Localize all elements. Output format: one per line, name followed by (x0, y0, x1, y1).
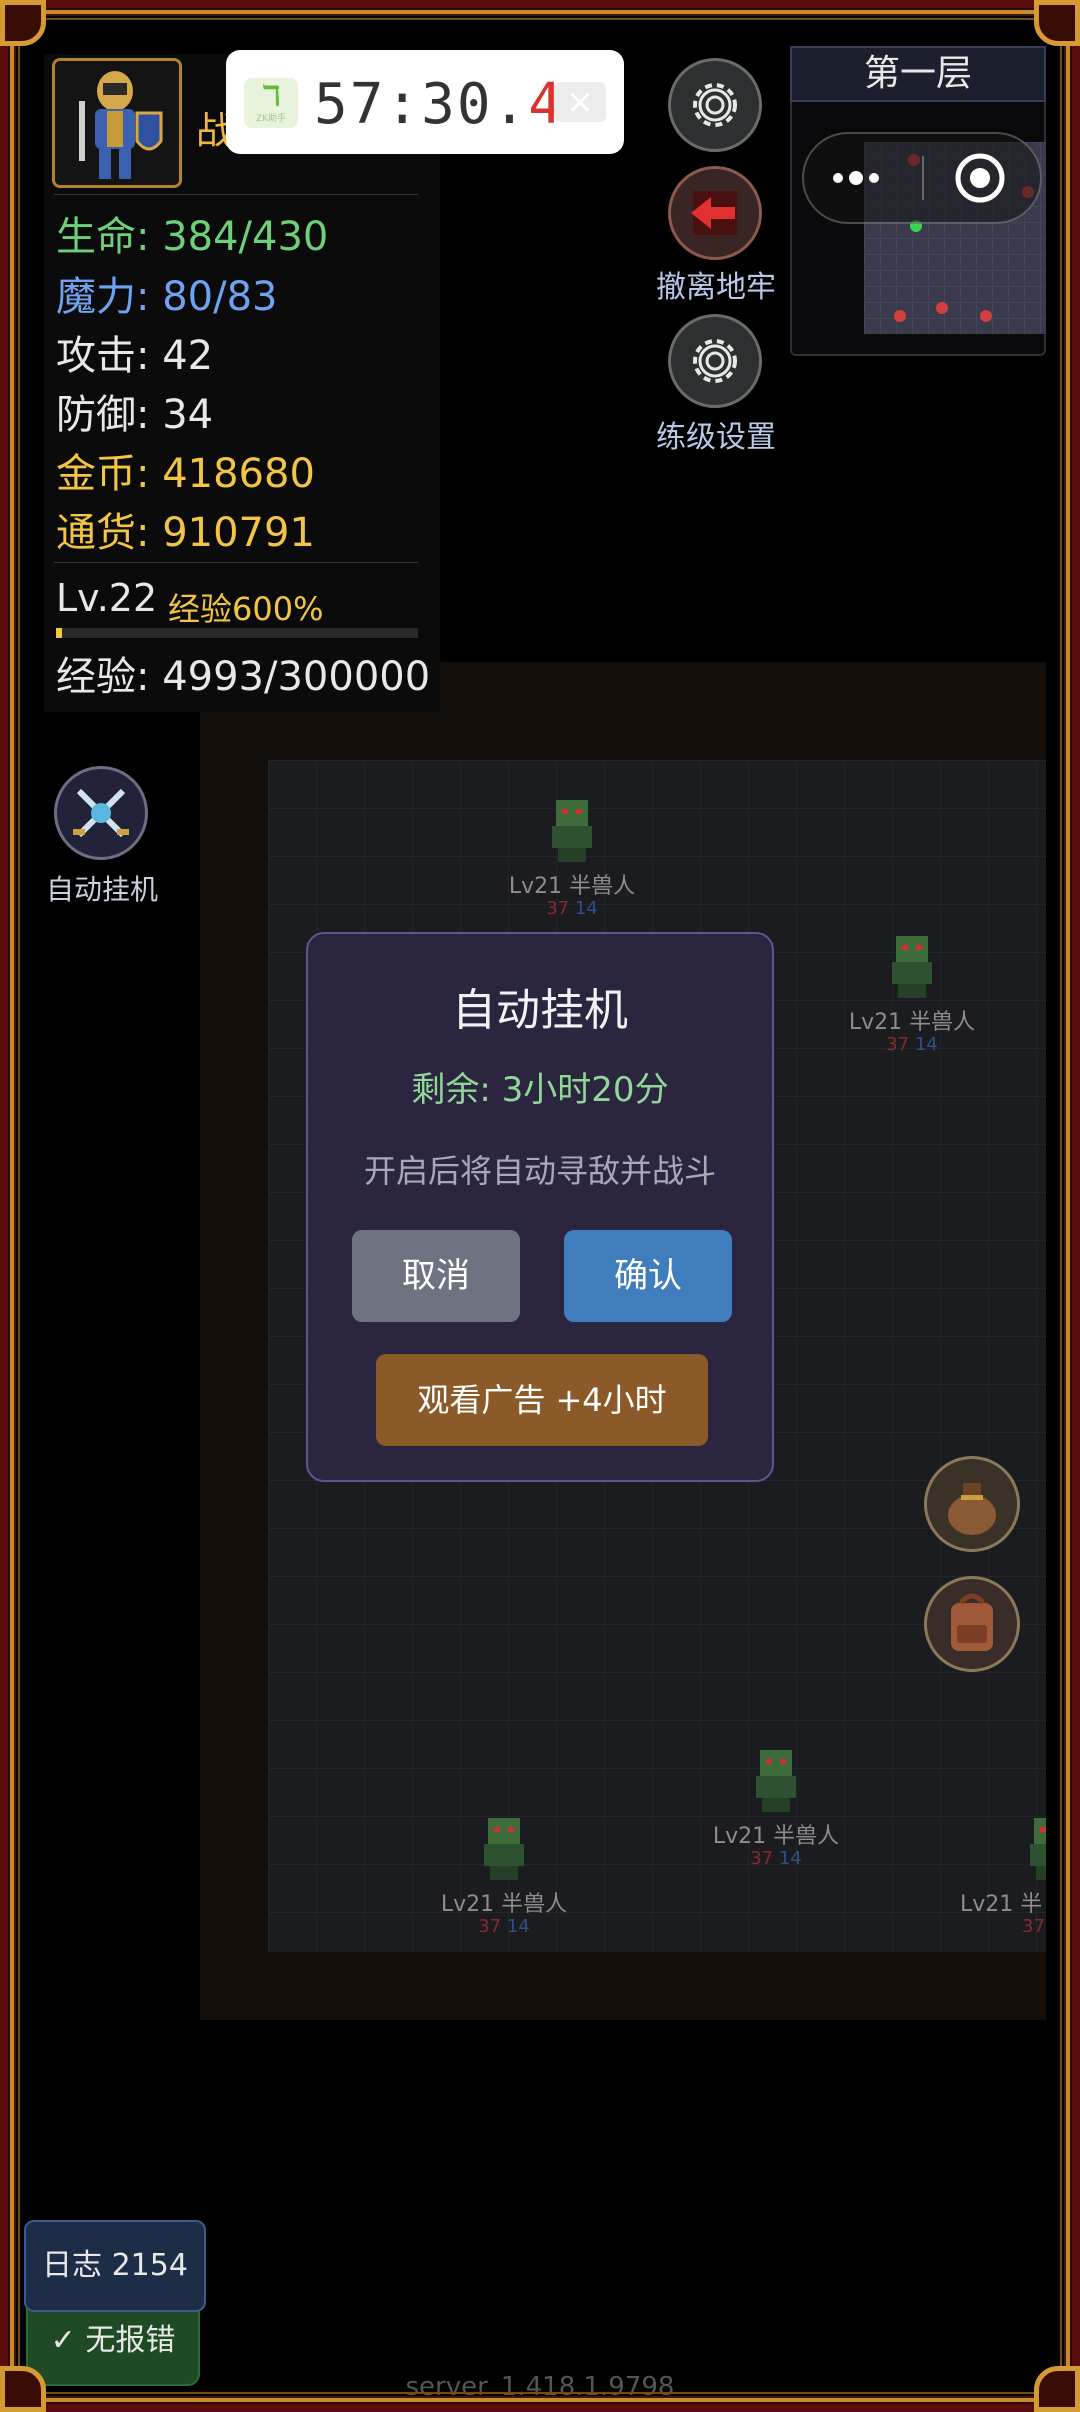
training-settings-button[interactable] (668, 314, 762, 408)
monster[interactable]: Lv21 半兽人 37 14 (472, 800, 672, 918)
monster-name: Lv21 半兽人 (712, 1824, 840, 1849)
monster[interactable]: Lv21 半兽人 37 14 (676, 1750, 876, 1868)
gold-value: 418680 (162, 451, 315, 497)
monster-defense: 14 (778, 1848, 802, 1869)
orc-sprite (1028, 1818, 1046, 1880)
defense-label: 防御: (56, 392, 150, 438)
defense-stat: 防御: 34 (56, 382, 213, 440)
monster-name: Lv21 半兽人 (440, 1892, 568, 1917)
settings-button[interactable] (668, 58, 762, 152)
monster-attack: 37 (750, 1848, 774, 1869)
auto-battle-button[interactable] (54, 766, 148, 860)
exit-dungeon-button[interactable] (668, 166, 762, 260)
mp-label: 魔力: (56, 274, 150, 320)
orc-sprite (482, 1818, 526, 1880)
money-bag-icon (948, 1483, 996, 1535)
zk-logo-icon: ℸ (261, 79, 281, 112)
monster-name: Lv21 半兽人 (848, 1010, 976, 1035)
exp-label: 经验: (56, 654, 150, 700)
orc-sprite (754, 1750, 798, 1812)
zk-assistant-logo[interactable]: ℸ ZK助手 (244, 78, 298, 128)
currency-stat: 通货: 910791 (56, 500, 315, 558)
monster-attack: 37 (886, 1034, 910, 1055)
training-settings-label[interactable]: 练级设置 (616, 412, 816, 456)
confirm-button[interactable]: 确认 (564, 1230, 732, 1322)
exp-bonus: 经验600% (168, 590, 324, 628)
gold-label: 金币: (56, 451, 150, 497)
watch-ad-button[interactable]: 观看广告 +4小时 (376, 1354, 708, 1446)
timer-main: 57:30. (314, 72, 529, 137)
currency-value: 910791 (162, 510, 315, 556)
monster[interactable]: Lv21 半兽人 37 14 (404, 1818, 604, 1936)
minimap-enemy (936, 302, 948, 314)
currency-label: 通货: (56, 510, 150, 556)
exp-progress-bar (56, 628, 418, 638)
log-button[interactable]: 日志 2154 (24, 2220, 206, 2312)
miniprogram-capsule (802, 132, 1042, 224)
exp-progress-fill (56, 628, 63, 638)
no-error-label: 无报错 (85, 2323, 176, 2358)
zk-logo-text: ZK助手 (255, 114, 287, 124)
dialog-title: 自动挂机 (452, 985, 628, 1036)
monster-name: Lv21 半兽人 (508, 874, 636, 899)
close-icon[interactable]: × (554, 82, 606, 122)
crossed-swords-icon (73, 788, 129, 838)
checkmark-icon: ✓ (50, 2323, 76, 2358)
close-miniprogram-icon[interactable] (922, 134, 1042, 222)
gear-icon (693, 83, 737, 127)
gear-icon (693, 339, 737, 383)
mp-value: 80/83 (162, 274, 278, 320)
auto-battle-dialog: 自动挂机 剩余: 3小时20分 开启后将自动寻敌并战斗 取消 确认 观看广告 +… (306, 932, 774, 1482)
timer-overlay: ℸ ZK助手 57:30.4 × (226, 50, 624, 154)
defense-value: 34 (162, 392, 214, 438)
minimap-enemy (980, 310, 992, 322)
monster[interactable]: Lv21 半兽人 37 14 (812, 936, 1012, 1054)
monster-defense: 14 (914, 1034, 938, 1055)
backpack-icon (951, 1593, 993, 1651)
loot-bag-button[interactable] (924, 1456, 1020, 1552)
monster-attack: 37 (546, 898, 570, 919)
exit-arrow-icon (691, 191, 737, 235)
orc-sprite (890, 936, 934, 998)
orc-sprite (550, 800, 594, 862)
knight-icon (55, 61, 179, 185)
attack-stat: 攻击: 42 (56, 323, 213, 381)
monster-attack: 37 (478, 1916, 502, 1937)
exp-value: 4993/300000 (162, 654, 431, 700)
hp-label: 生命: (56, 214, 150, 260)
monster-name: Lv21 半 (960, 1892, 1043, 1917)
gold-stat: 金币: 418680 (56, 441, 315, 499)
server-version: server_1.418.1.9798 (405, 2372, 675, 2402)
mp-stat: 魔力: 80/83 (56, 264, 277, 322)
monster-defense: 14 (506, 1916, 530, 1937)
backpack-button[interactable] (924, 1576, 1020, 1672)
attack-value: 42 (162, 333, 214, 379)
divider (54, 194, 418, 195)
divider (54, 562, 418, 563)
timer-display: 57:30.4 (314, 72, 564, 137)
floor-title: 第一层 (790, 46, 1046, 102)
attack-label: 攻击: (56, 333, 150, 379)
monster[interactable]: Lv21 半 37 (960, 1818, 1046, 1936)
remaining-time: 剩余: 3小时20分 (411, 1070, 669, 1110)
exp-stat: 经验: 4993/300000 (56, 644, 430, 702)
minimap-enemy (894, 310, 906, 322)
dialog-description: 开启后将自动寻敌并战斗 (363, 1152, 716, 1190)
hp-value: 384/430 (162, 214, 329, 260)
auto-battle-label[interactable]: 自动挂机 (24, 868, 180, 908)
hero-level: Lv.22 (56, 576, 158, 620)
monster-attack: 37 (1022, 1916, 1045, 1936)
monster-defense: 14 (574, 898, 598, 919)
cancel-button[interactable]: 取消 (352, 1230, 520, 1322)
exit-dungeon-label[interactable]: 撤离地牢 (616, 262, 816, 306)
hp-stat: 生命: 384/430 (56, 204, 328, 262)
more-icon[interactable] (804, 134, 924, 222)
hero-avatar[interactable] (52, 58, 182, 188)
